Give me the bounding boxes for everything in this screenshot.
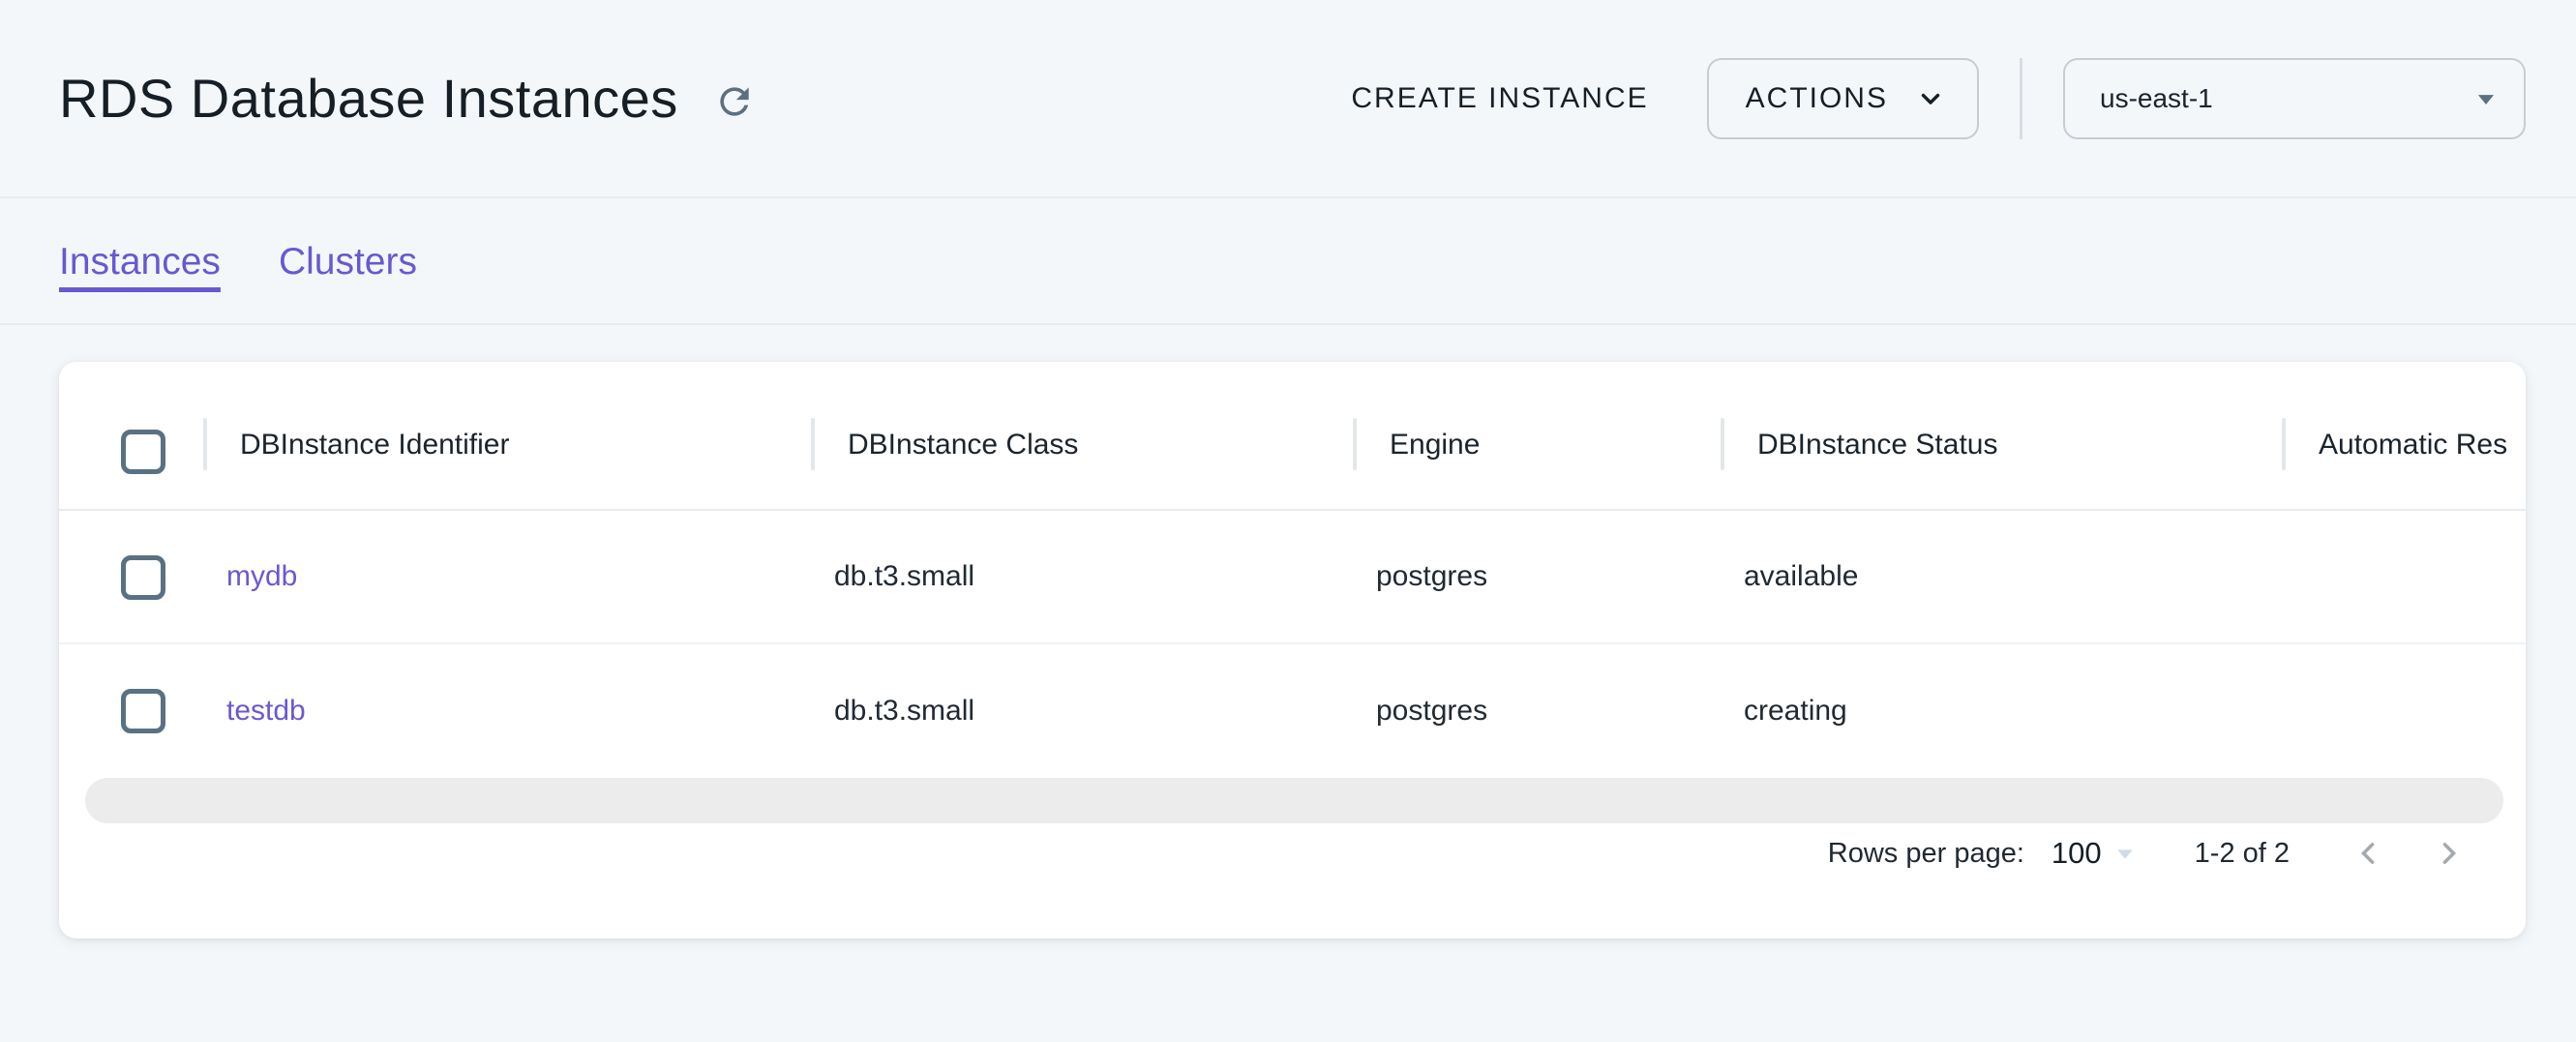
select-all-checkbox[interactable] <box>121 430 165 474</box>
rows-per-page-label: Rows per page: <box>1828 838 2024 870</box>
rows-per-page-select[interactable]: 100 <box>2052 834 2144 873</box>
triangle-down-icon <box>2106 834 2144 873</box>
cell-dbinstance-status: creating <box>1744 644 1847 778</box>
column-header-engine[interactable]: Engine <box>1390 379 1480 511</box>
region-select-value: us-east-1 <box>2100 83 2213 114</box>
tabs-bar: Instances Clusters <box>0 200 2576 325</box>
cell-dbinstance-identifier[interactable]: mydb <box>226 511 297 642</box>
column-separator <box>203 418 207 470</box>
cell-dbinstance-class: db.t3.small <box>834 511 974 642</box>
column-header-dbinstance-class[interactable]: DBInstance Class <box>848 379 1078 511</box>
column-separator <box>811 418 815 470</box>
triangle-down-icon <box>2466 78 2506 119</box>
instances-table-card: DBInstance Identifier DBInstance Class E… <box>59 362 2526 938</box>
column-header-automatic-restart[interactable]: Automatic Res <box>2319 379 2507 511</box>
pagination-range: 1-2 of 2 <box>2195 838 2290 870</box>
chevron-down-icon <box>1913 81 1948 116</box>
pagination: Rows per page: 100 1-2 of 2 <box>59 813 2526 894</box>
row-checkbox[interactable] <box>121 689 165 733</box>
table-header-row: DBInstance Identifier DBInstance Class E… <box>59 362 2526 511</box>
cell-engine: postgres <box>1376 511 1487 642</box>
table-row[interactable]: testdb db.t3.small postgres creating <box>59 644 2526 778</box>
cell-dbinstance-status: available <box>1744 511 1858 642</box>
column-separator <box>2282 418 2286 470</box>
column-separator <box>1353 418 1357 470</box>
region-select[interactable]: us-east-1 <box>2063 58 2526 139</box>
column-header-dbinstance-identifier[interactable]: DBInstance Identifier <box>240 379 509 511</box>
header-divider <box>2020 58 2022 139</box>
rows-per-page-value: 100 <box>2052 836 2102 871</box>
refresh-icon <box>713 80 756 123</box>
page-title: RDS Database Instances <box>59 67 678 130</box>
column-separator <box>1721 418 1724 470</box>
tab-instances[interactable]: Instances <box>59 241 221 283</box>
actions-button-label: ACTIONS <box>1746 82 1888 115</box>
cell-dbinstance-identifier[interactable]: testdb <box>226 644 306 778</box>
refresh-button[interactable] <box>707 74 762 129</box>
next-page-button[interactable] <box>2417 821 2481 885</box>
tab-clusters[interactable]: Clusters <box>279 241 417 283</box>
app-header: RDS Database Instances CREATE INSTANCE A… <box>0 0 2576 198</box>
chevron-left-icon <box>2348 833 2388 874</box>
cell-engine: postgres <box>1376 644 1487 778</box>
column-header-dbinstance-status[interactable]: DBInstance Status <box>1757 379 1997 511</box>
create-instance-button[interactable]: CREATE INSTANCE <box>1351 82 1648 115</box>
actions-button[interactable]: ACTIONS <box>1707 58 1979 139</box>
table-row[interactable]: mydb db.t3.small postgres available <box>59 511 2526 644</box>
rds-instances-page: RDS Database Instances CREATE INSTANCE A… <box>0 0 2576 1042</box>
row-checkbox[interactable] <box>121 555 165 600</box>
chevron-right-icon <box>2429 833 2470 874</box>
cell-dbinstance-class: db.t3.small <box>834 644 974 778</box>
previous-page-button[interactable] <box>2336 821 2400 885</box>
